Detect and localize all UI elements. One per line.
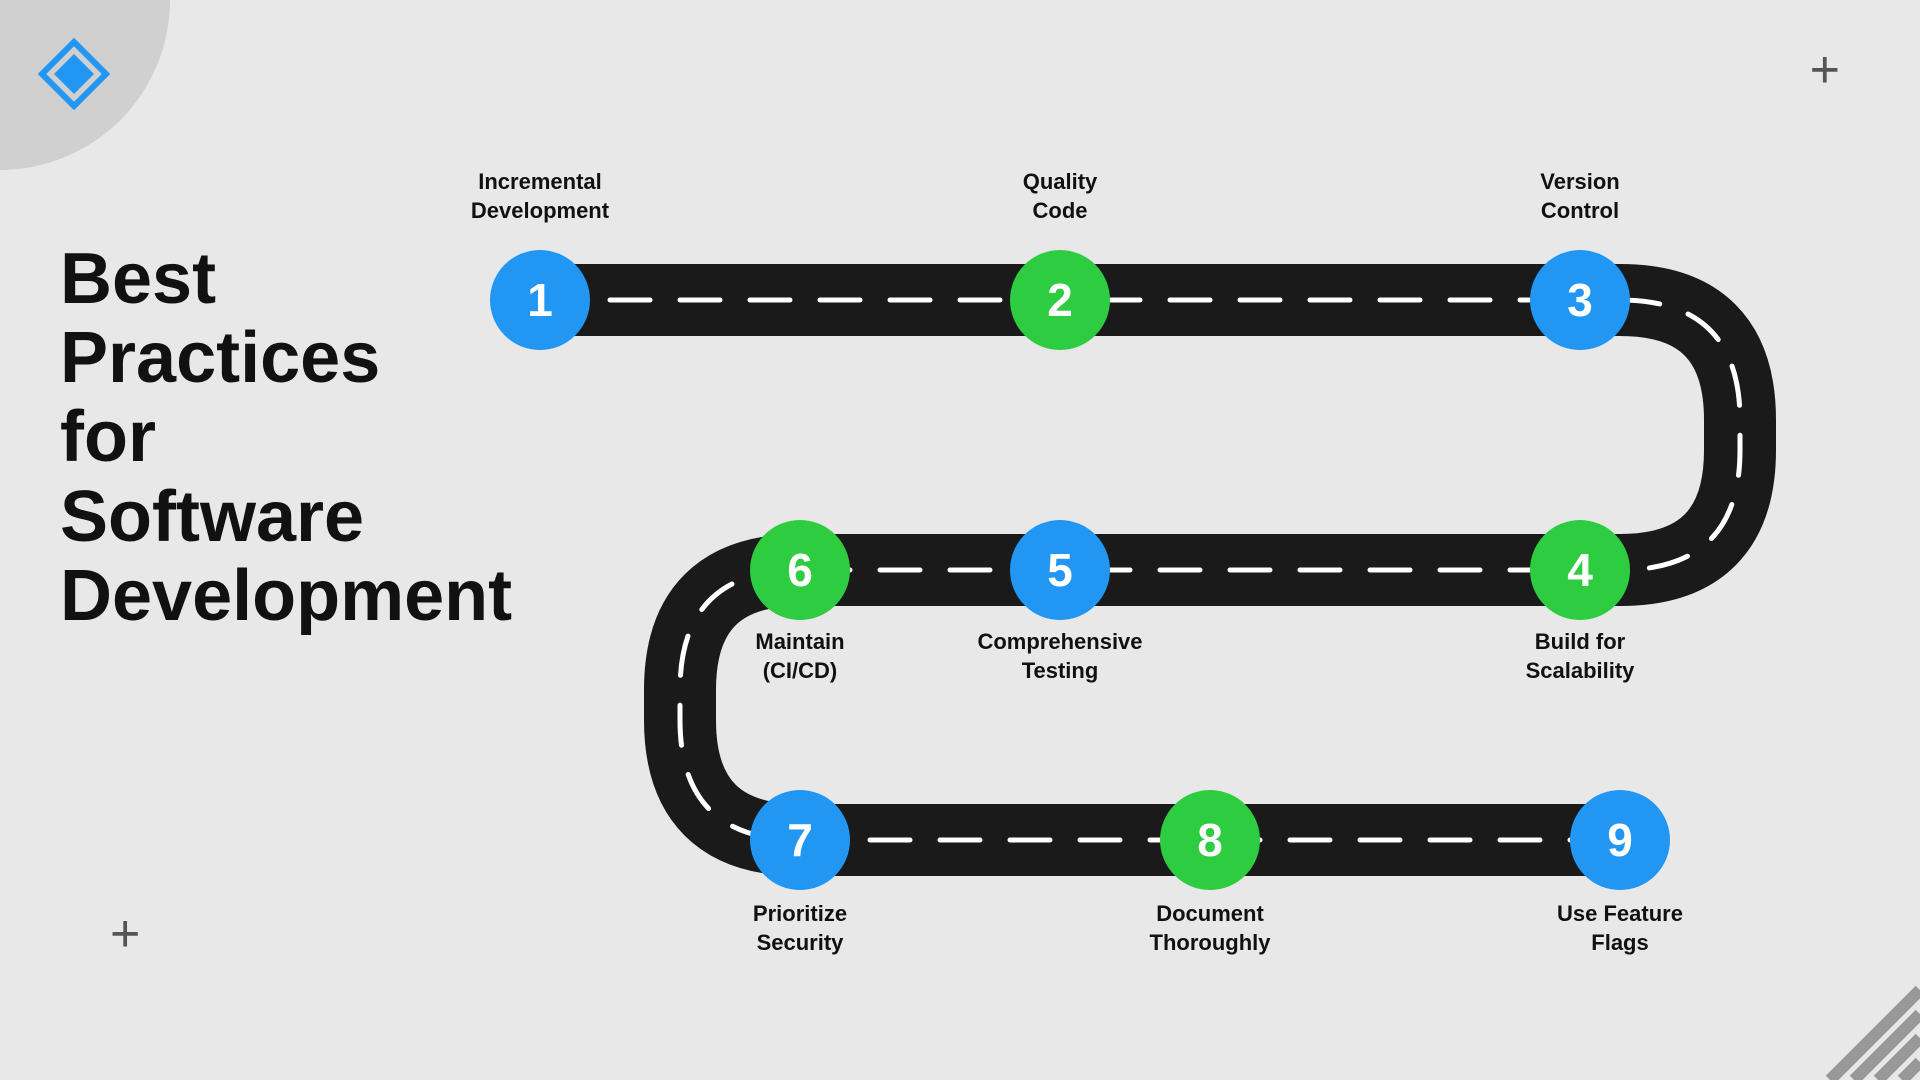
step-label-4: Build forScalability <box>1490 628 1670 685</box>
step-node-3: 3 <box>1530 250 1630 350</box>
logo-container <box>0 0 170 170</box>
step-node-2: 2 <box>1010 250 1110 350</box>
step-label-6: Maintain(CI/CD) <box>710 628 890 685</box>
step-label-5: ComprehensiveTesting <box>970 628 1150 685</box>
step-label-2: QualityCode <box>970 168 1150 225</box>
plus-bottom-left-icon: + <box>110 908 140 960</box>
plus-top-right-icon: + <box>1810 44 1840 96</box>
step-label-3: VersionControl <box>1490 168 1670 225</box>
step-label-1: IncrementalDevelopment <box>450 168 630 225</box>
step-node-8: 8 <box>1160 790 1260 890</box>
step-node-5: 5 <box>1010 520 1110 620</box>
step-node-1: 1 <box>490 250 590 350</box>
decorative-stripes <box>1810 970 1920 1080</box>
logo-icon <box>38 38 110 110</box>
step-node-4: 4 <box>1530 520 1630 620</box>
step-node-9: 9 <box>1570 790 1670 890</box>
step-label-8: DocumentThoroughly <box>1120 900 1300 957</box>
step-node-7: 7 <box>750 790 850 890</box>
roadmap-container: 1 IncrementalDevelopment 2 QualityCode 3… <box>420 80 1800 1040</box>
step-label-9: Use FeatureFlags <box>1530 900 1710 957</box>
step-node-6: 6 <box>750 520 850 620</box>
step-label-7: PrioritizeSecurity <box>710 900 890 957</box>
